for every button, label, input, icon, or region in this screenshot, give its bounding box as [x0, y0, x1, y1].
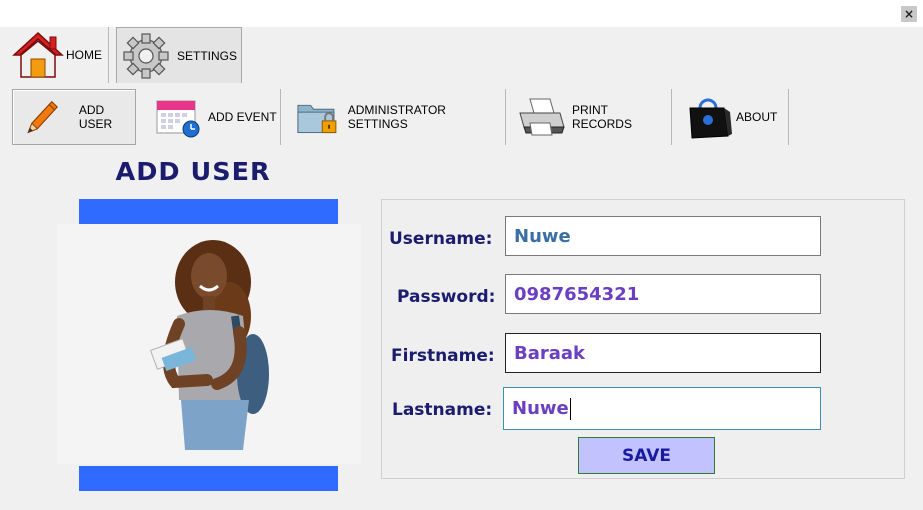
printer-icon: [519, 98, 565, 136]
username-field[interactable]: Nuwe: [505, 216, 821, 256]
lastname-value: Nuwe: [512, 398, 569, 419]
calendar-icon: [156, 100, 200, 138]
menu-label: ADD EVENT: [208, 110, 277, 124]
add-event-button[interactable]: ADD EVENT: [142, 89, 281, 145]
firstname-value: Baraak: [514, 342, 586, 364]
about-button[interactable]: ABOUT: [678, 89, 789, 145]
tab-settings[interactable]: SETTINGS: [116, 27, 242, 83]
username-value: Nuwe: [514, 225, 571, 247]
user-photo: [57, 224, 361, 464]
tab-label: HOME: [66, 48, 102, 62]
settings-toolbar: ADD USER ADD EVENT ADMINISTRATOR SETTING…: [0, 88, 923, 146]
administrator-settings-button[interactable]: ADMINISTRATOR SETTINGS: [287, 89, 506, 145]
accent-bar-bottom: [79, 466, 338, 491]
firstname-field[interactable]: Baraak: [505, 333, 821, 373]
menu-label: ABOUT: [736, 110, 778, 124]
pencil-icon: [27, 100, 58, 134]
page-title: ADD USER: [115, 157, 271, 186]
close-button[interactable]: ×: [901, 6, 917, 22]
text-cursor: [569, 397, 571, 420]
lastname-field[interactable]: Nuwe: [503, 387, 821, 430]
save-label: SAVE: [621, 445, 672, 466]
print-records-button[interactable]: PRINT RECORDS: [512, 89, 672, 145]
password-label: Password:: [397, 287, 496, 307]
tab-home[interactable]: HOME: [8, 27, 109, 83]
password-value: 0987654321: [514, 283, 640, 305]
save-button[interactable]: SAVE: [578, 437, 715, 474]
menu-label: PRINT RECORDS: [571, 103, 632, 131]
title-bar: [0, 0, 923, 27]
menu-label: ADMINISTRATOR SETTINGS: [347, 103, 446, 131]
student-photo-illustration: [57, 224, 361, 464]
lastname-label: Lastname:: [392, 400, 493, 420]
add-user-button[interactable]: ADD USER: [12, 89, 136, 145]
gear-icon: [123, 32, 169, 79]
locked-folder-icon: [297, 104, 337, 134]
accent-bar-top: [79, 199, 338, 224]
password-field[interactable]: 0987654321: [505, 274, 821, 314]
tab-label: SETTINGS: [177, 48, 238, 63]
menu-label: ADD USER: [78, 103, 113, 131]
house-icon: [12, 31, 64, 78]
shopping-bag-icon: [689, 98, 732, 139]
close-icon: ×: [903, 7, 915, 21]
username-label: Username:: [389, 229, 493, 249]
firstname-label: Firstname:: [391, 346, 495, 366]
